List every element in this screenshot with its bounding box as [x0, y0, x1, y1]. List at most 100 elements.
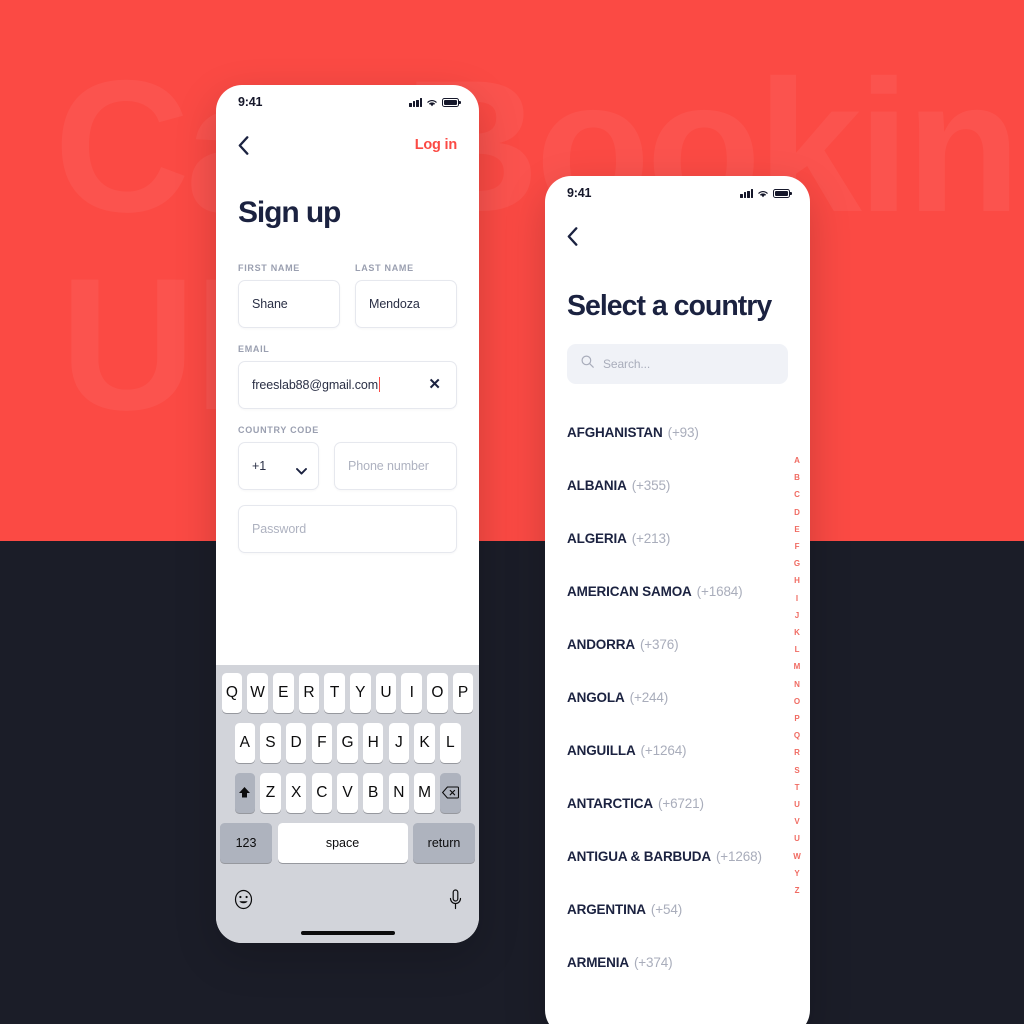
key-k[interactable]: K [414, 722, 435, 763]
country-list-item[interactable]: ANTARCTICA (+6721) [567, 777, 788, 830]
country-list: AFGHANISTAN (+93) ALBANIA (+355) ALGERIA (+21… [545, 406, 810, 989]
alpha-index-v[interactable]: V [794, 813, 800, 830]
key-h[interactable]: H [362, 722, 384, 763]
alpha-index-a[interactable]: A [794, 452, 800, 469]
numbers-key[interactable]: 123 [220, 822, 272, 863]
country-list-item[interactable]: ALBANIA (+355) [567, 459, 788, 512]
first-name-input[interactable]: Shane [238, 279, 340, 328]
alpha-index-w[interactable]: W [793, 848, 801, 865]
key-x[interactable]: X [285, 772, 307, 813]
key-v[interactable]: V [337, 772, 358, 813]
alphabet-index-scrubber[interactable]: ABCDEFGHIJKLMNOPQRSTUVUWYZ [793, 452, 801, 899]
phone-number-input[interactable]: Phone number [334, 441, 457, 490]
phone-number-placeholder: Phone number [348, 458, 429, 473]
key-u[interactable]: U [375, 672, 397, 713]
key-a[interactable]: A [234, 722, 255, 763]
password-input[interactable]: Password [238, 504, 457, 553]
alpha-index-y[interactable]: Y [794, 865, 800, 882]
onscreen-keyboard: QWERTYUIOP ASDFGHJKL ZXCVBNM 123 space r… [216, 664, 479, 943]
alpha-index-p[interactable]: P [794, 710, 800, 727]
alpha-index-m[interactable]: M [794, 658, 801, 675]
alpha-index-s[interactable]: S [794, 762, 800, 779]
emoji-smiley-icon[interactable] [233, 889, 254, 915]
cellular-signal-icon [409, 97, 422, 107]
key-n[interactable]: N [388, 772, 410, 813]
alpha-index-n[interactable]: N [794, 676, 800, 693]
alpha-index-o[interactable]: O [794, 693, 800, 710]
back-button-country[interactable] [567, 223, 589, 249]
phone-mockup-signup: 9:41 Log in Sign up FIRST NAME Shane LAS… [216, 85, 479, 943]
alpha-index-h[interactable]: H [794, 572, 800, 589]
key-y[interactable]: Y [350, 672, 371, 713]
alpha-index-t[interactable]: T [795, 779, 800, 796]
backspace-delete-icon[interactable] [440, 772, 461, 813]
alpha-index-g[interactable]: G [794, 555, 800, 572]
key-w[interactable]: W [247, 672, 268, 713]
close-x-icon[interactable]: ✕ [426, 377, 443, 392]
key-g[interactable]: G [337, 722, 358, 763]
alpha-index-k[interactable]: K [794, 624, 800, 641]
key-q[interactable]: Q [221, 672, 243, 713]
country-list-item[interactable]: ANGUILLA (+1264) [567, 724, 788, 777]
key-j[interactable]: J [388, 722, 410, 763]
country-list-item[interactable]: ALGERIA (+213) [567, 512, 788, 565]
shift-arrow-icon[interactable] [234, 772, 255, 813]
back-button[interactable] [238, 132, 260, 158]
space-key[interactable]: space [277, 822, 408, 863]
alpha-index-i[interactable]: I [796, 590, 798, 607]
battery-icon [773, 188, 792, 198]
status-icons-country [740, 188, 792, 198]
country-list-item[interactable]: ARMENIA (+374) [567, 936, 788, 989]
country-list-item[interactable]: AFGHANISTAN (+93) [567, 406, 788, 459]
country-name: ANTIGUA & BARBUDA [567, 848, 711, 864]
key-b[interactable]: B [362, 772, 384, 813]
country-dial-code: (+1684) [696, 583, 743, 599]
alpha-index-b[interactable]: B [794, 469, 800, 486]
country-list-item[interactable]: ANTIGUA & BARBUDA (+1268) [567, 830, 788, 883]
alpha-index-u[interactable]: U [794, 830, 800, 847]
email-input[interactable]: freeslab88@gmail.com ✕ [238, 360, 457, 409]
backdrop: Car Booking UI [0, 0, 1024, 1024]
country-list-item[interactable]: ARGENTINA (+54) [567, 883, 788, 936]
return-key[interactable]: return [413, 822, 475, 863]
key-d[interactable]: D [285, 722, 307, 763]
key-o[interactable]: O [427, 672, 448, 713]
search-wrapper: Search... [545, 343, 810, 384]
key-p[interactable]: P [452, 672, 474, 713]
country-code-value: +1 [252, 458, 267, 473]
alpha-index-l[interactable]: L [795, 641, 800, 658]
alpha-index-d[interactable]: D [794, 504, 800, 521]
alpha-index-c[interactable]: C [794, 486, 800, 503]
key-s[interactable]: S [260, 722, 281, 763]
alpha-index-e[interactable]: E [794, 521, 800, 538]
alpha-index-z[interactable]: Z [795, 882, 800, 899]
microphone-icon[interactable] [449, 889, 462, 915]
alpha-index-q[interactable]: Q [794, 727, 800, 744]
key-i[interactable]: I [401, 672, 422, 713]
alpha-index-r[interactable]: R [794, 744, 800, 761]
key-m[interactable]: M [414, 772, 435, 813]
country-list-item[interactable]: ANGOLA (+244) [567, 671, 788, 724]
country-code-select[interactable]: +1 [238, 441, 319, 490]
key-c[interactable]: C [311, 772, 333, 813]
key-r[interactable]: R [298, 672, 320, 713]
country-list-item[interactable]: ANDORRA (+376) [567, 618, 788, 671]
country-dial-code: (+93) [667, 424, 699, 440]
wifi-icon [426, 98, 438, 107]
alpha-index-u[interactable]: U [794, 796, 800, 813]
key-z[interactable]: Z [260, 772, 281, 813]
last-name-group: LAST NAME Mendoza [355, 263, 457, 328]
alpha-index-f[interactable]: F [795, 538, 800, 555]
login-link[interactable]: Log in [415, 137, 457, 153]
country-list-item[interactable]: AMERICAN SAMOA (+1684) [567, 565, 788, 618]
key-t[interactable]: T [324, 672, 345, 713]
key-e[interactable]: E [273, 672, 294, 713]
chevron-down-icon [296, 462, 307, 475]
alpha-index-j[interactable]: J [795, 607, 800, 624]
key-l[interactable]: L [440, 722, 461, 763]
search-input[interactable]: Search... [567, 343, 788, 384]
cellular-signal-icon [740, 188, 753, 198]
name-row: FIRST NAME Shane LAST NAME Mendoza [238, 263, 457, 328]
last-name-input[interactable]: Mendoza [355, 279, 457, 328]
key-f[interactable]: F [311, 722, 333, 763]
